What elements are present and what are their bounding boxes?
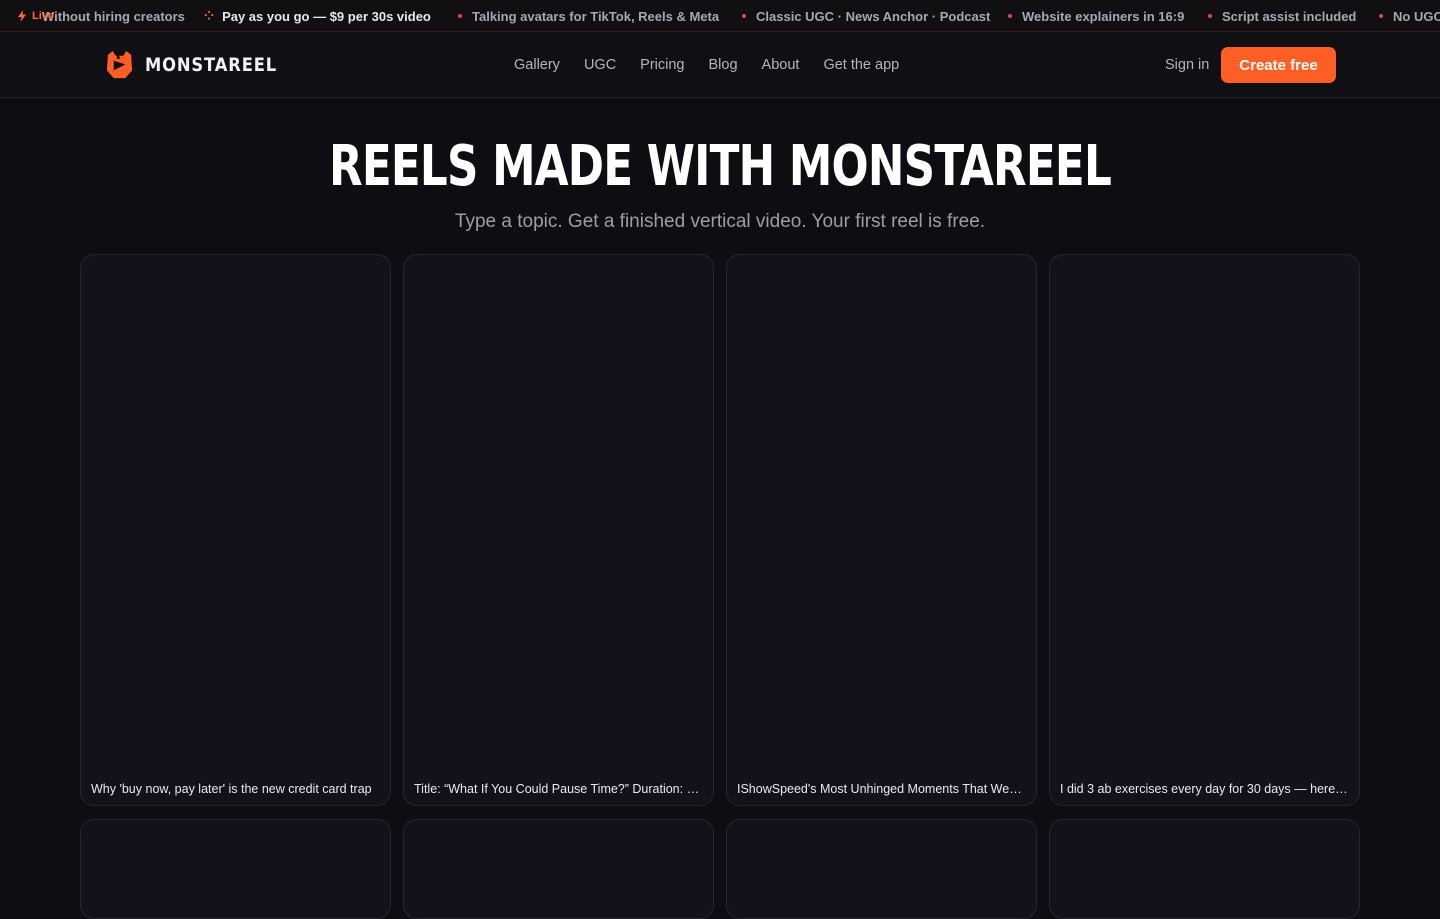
dot-icon [1008, 14, 1012, 18]
dot-icon [458, 14, 462, 18]
reel-card[interactable]: IShowSpeed's Most Unhinged Moments That … [726, 254, 1037, 806]
reel-card[interactable] [1049, 819, 1360, 919]
nav-pricing[interactable]: Pricing [640, 57, 684, 73]
reel-card[interactable]: Title: “What If You Could Pause Time?” D… [403, 254, 714, 806]
dot-icon [1208, 14, 1212, 18]
ticker-item-text: No UGC [1393, 8, 1440, 24]
reel-card[interactable]: Why 'buy now, pay later' is the new cred… [80, 254, 391, 806]
reel-caption: Why 'buy now, pay later' is the new cred… [91, 782, 372, 796]
ticker-item: ⁘ Pay as you go — $9 per 30s video [204, 0, 431, 31]
page-title: REELS MADE WITH MONSTAREEL [328, 134, 1112, 199]
brand-logo[interactable]: MONSTAREEL [104, 49, 299, 80]
ticker-item: Website explainers in 16:9 [1008, 0, 1185, 31]
ticker-item: Talking avatars for TikTok, Reels & Meta [458, 0, 720, 31]
nav-gallery[interactable]: Gallery [514, 57, 560, 73]
ticker-item: Script assist included [1208, 0, 1357, 31]
nav-blog[interactable]: Blog [709, 57, 738, 73]
lightning-icon [18, 10, 26, 22]
sparkle-icon: ⁘ [204, 9, 215, 23]
ticker-item-text: Talking avatars for TikTok, Reels & Meta [472, 8, 720, 24]
monster-logo-icon [106, 50, 133, 79]
ticker-item: No UGC [1379, 0, 1440, 31]
dot-icon [1379, 14, 1383, 18]
reel-caption: Title: “What If You Could Pause Time?” D… [414, 782, 703, 796]
nav-about[interactable]: About [762, 57, 800, 73]
ticker-item: Classic UGC · News Anchor · Podcast [742, 0, 991, 31]
brand-name: MONSTAREEL [145, 53, 278, 76]
dot-icon [742, 14, 746, 18]
ticker-item-text: Script assist included [1222, 8, 1357, 24]
page-subtitle: Type a topic. Get a finished vertical vi… [454, 211, 986, 232]
ticker-item-text: Without hiring creators [42, 8, 185, 24]
create-free-button[interactable]: Create free [1221, 47, 1336, 83]
reel-card[interactable] [403, 819, 714, 919]
sign-in-link[interactable]: Sign in [1165, 33, 1209, 97]
reel-caption: IShowSpeed's Most Unhinged Moments That … [737, 782, 1026, 796]
ticker-item-text: Website explainers in 16:9 [1022, 8, 1185, 24]
reel-card[interactable]: I did 3 ab exercises every day for 30 da… [1049, 254, 1360, 806]
reel-caption: I did 3 ab exercises every day for 30 da… [1060, 782, 1349, 796]
reel-card[interactable] [726, 819, 1037, 919]
reel-card[interactable] [80, 819, 391, 919]
top-navbar: MONSTAREEL Gallery UGC Pricing Blog Abou… [0, 33, 1440, 98]
live-badge: Live [16, 0, 55, 31]
main-nav: Gallery UGC Pricing Blog About Get the a… [514, 33, 899, 97]
ticker-item-text: Classic UGC · News Anchor · Podcast [756, 8, 991, 24]
announcement-ticker: Live Without hiring creators ⁘ Pay as yo… [0, 0, 1440, 32]
nav-get-the-app[interactable]: Get the app [823, 57, 899, 73]
ticker-item: Without hiring creators [42, 0, 185, 31]
nav-ugc[interactable]: UGC [584, 57, 616, 73]
live-label: Live [32, 10, 55, 22]
ticker-item-text: Pay as you go — $9 per 30s video [222, 8, 431, 24]
